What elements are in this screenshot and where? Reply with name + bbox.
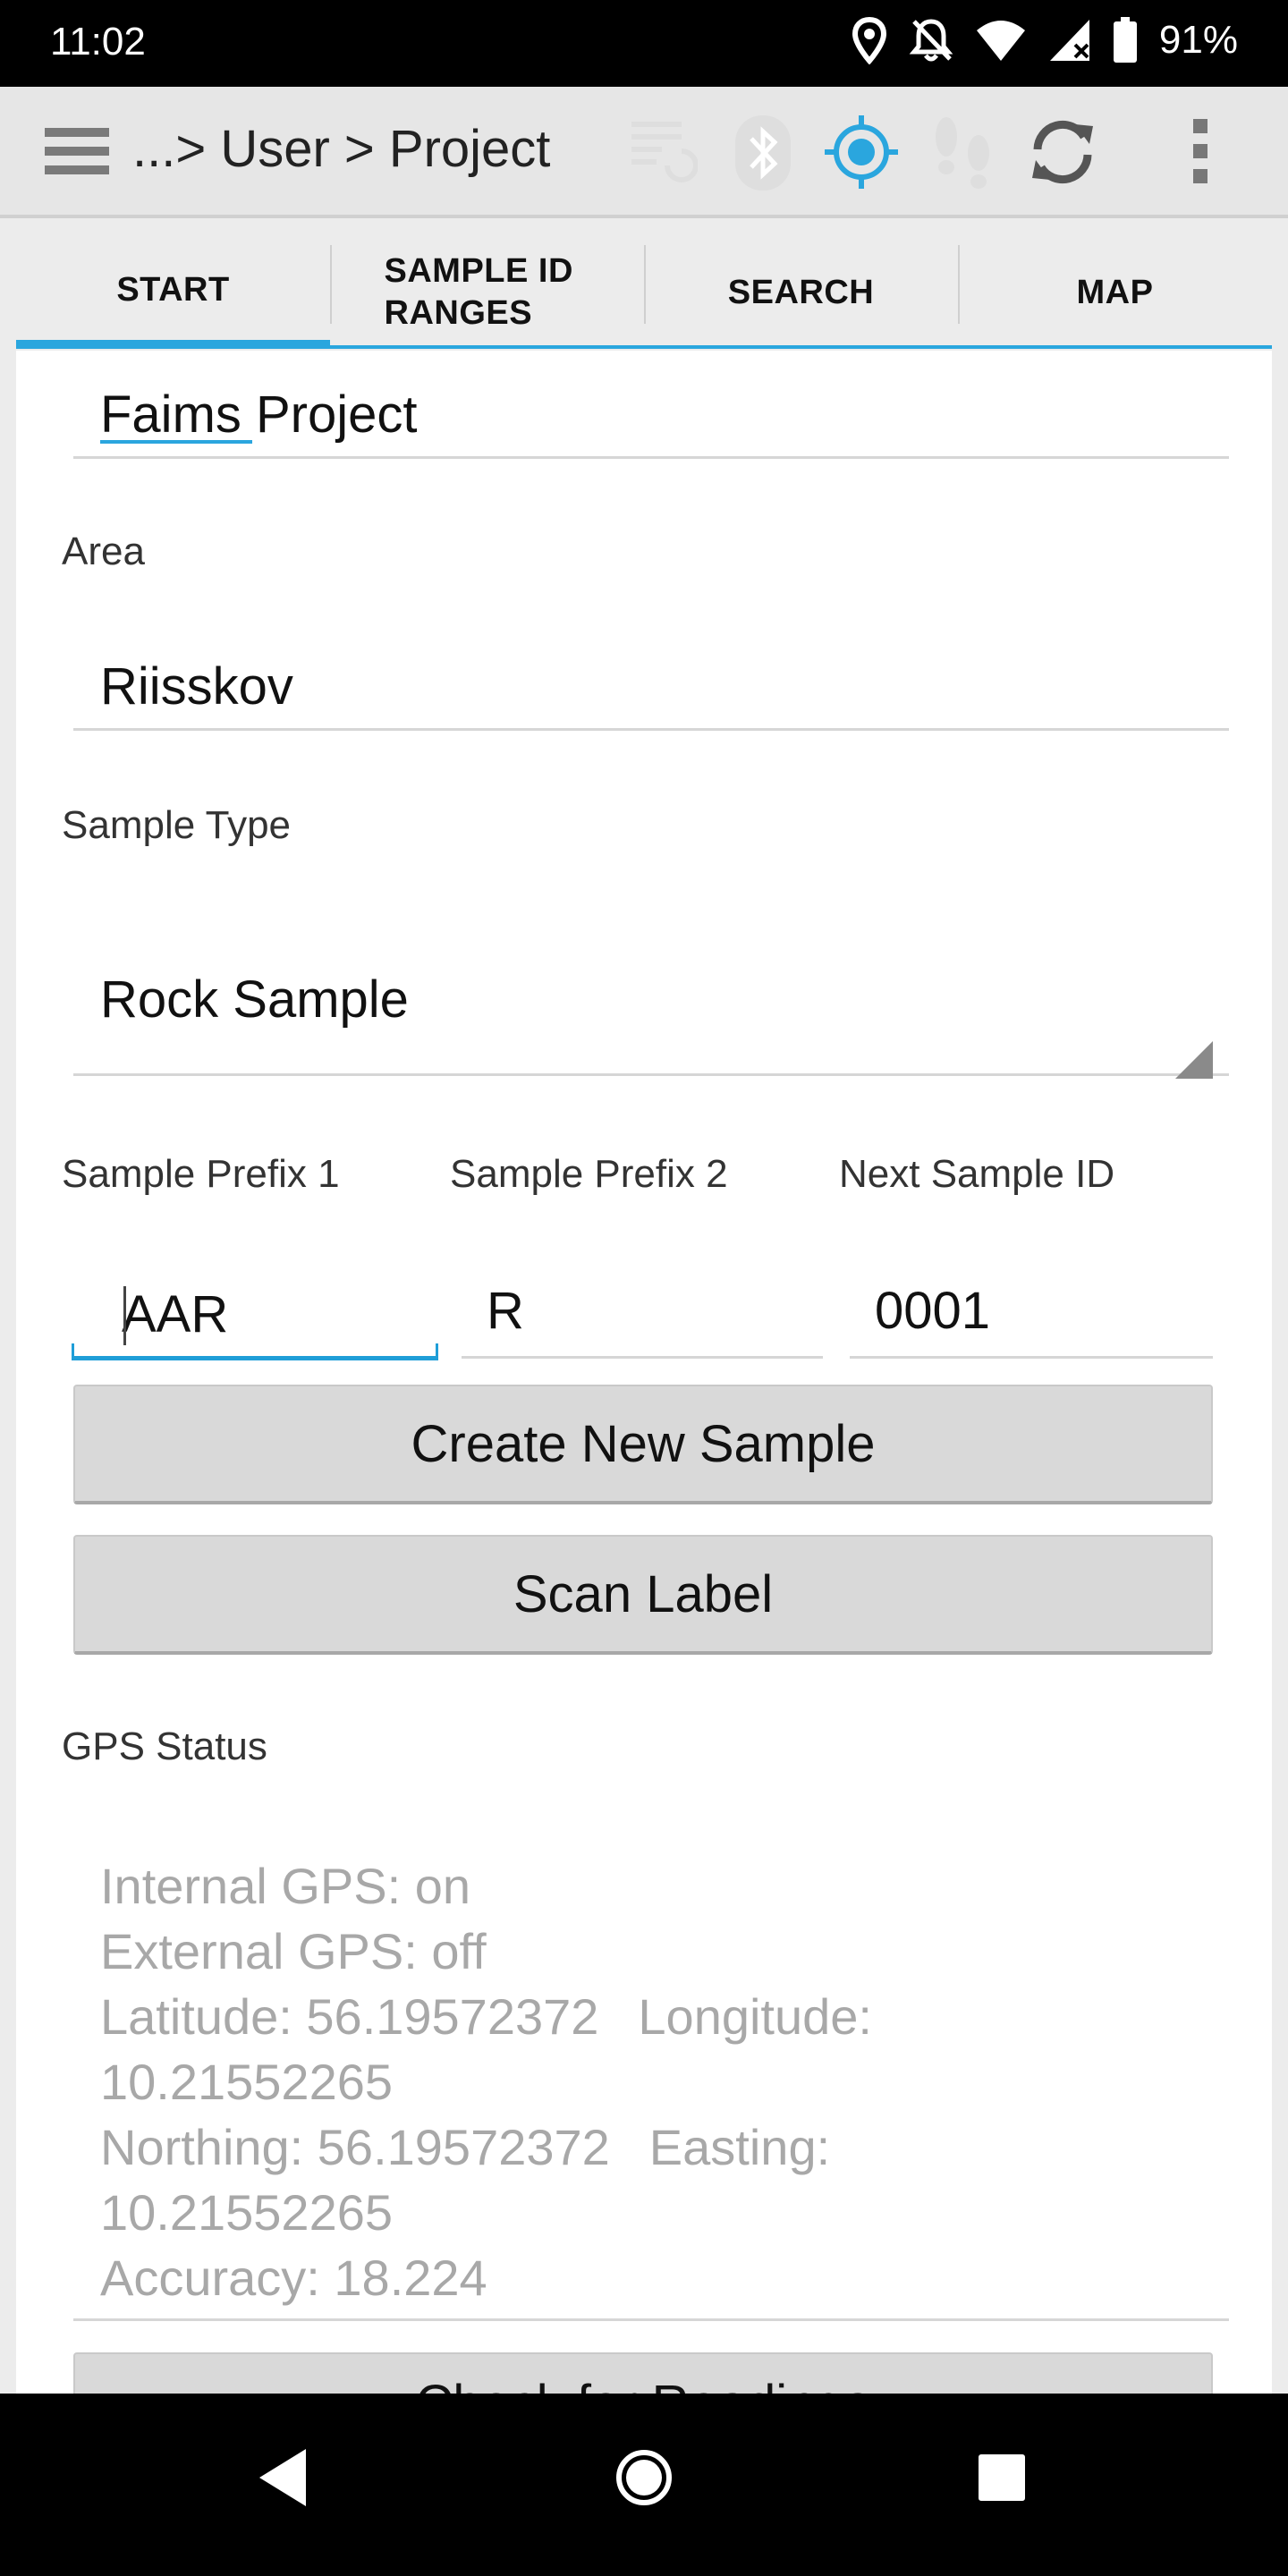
text-cursor [123, 1286, 126, 1345]
notifications-off-icon [909, 19, 953, 62]
overflow-menu-icon[interactable] [1188, 114, 1213, 189]
next-id-value: 0001 [875, 1282, 991, 1340]
gps-lat-lon-row: Latitude: 56.19572372 Longitude: [100, 1984, 872, 2049]
battery-icon [1113, 17, 1137, 63]
bluetooth-icon[interactable] [732, 114, 794, 192]
sample-type-spinner[interactable]: Rock Sample [100, 970, 409, 1030]
status-icons: 91% [852, 16, 1238, 64]
gps-latitude: Latitude: 56.19572372 [100, 1988, 599, 2045]
gps-status-label: GPS Status [62, 1724, 267, 1768]
sync-list-icon[interactable] [626, 114, 698, 185]
battery-percent: 91% [1158, 18, 1238, 62]
action-bar: ...> User > Project [0, 87, 1288, 218]
area-label: Area [62, 530, 145, 573]
menu-icon[interactable] [45, 126, 109, 176]
location-icon [852, 16, 886, 64]
gps-target-icon[interactable] [823, 114, 900, 191]
tab-bar: START SAMPLE ID RANGES SEARCH MAP [16, 240, 1272, 349]
gps-northing-easting-row: Northing: 56.19572372 Easting: [100, 2114, 872, 2180]
home-icon[interactable] [614, 2447, 674, 2508]
project-field[interactable]: Faims Project [100, 385, 418, 445]
recents-icon[interactable] [977, 2447, 1027, 2508]
scan-label-button[interactable]: Scan Label [73, 1535, 1213, 1655]
gps-longitude-label: Longitude: [638, 1988, 872, 2045]
gps-status-text: Internal GPS: on External GPS: off Latit… [100, 1853, 872, 2310]
tab-map[interactable]: MAP [958, 240, 1272, 349]
footsteps-icon[interactable] [927, 114, 998, 191]
gps-northing: Northing: 56.19572372 [100, 2119, 610, 2175]
dropdown-arrow-icon[interactable] [1175, 1041, 1213, 1079]
check-for-readings-button[interactable]: Check for Readings [73, 2352, 1213, 2394]
refresh-icon[interactable] [1025, 114, 1100, 191]
area-field-underline [73, 728, 1229, 731]
sample-type-underline [73, 1073, 1229, 1076]
tab-start[interactable]: START [16, 240, 330, 349]
status-time: 11:02 [50, 20, 146, 64]
prefix1-input[interactable]: AAR [72, 1277, 438, 1360]
content-panel: Faims Project Area Riisskov Sample Type … [16, 351, 1272, 2394]
navigation-bar [0, 2394, 1288, 2576]
create-new-sample-button[interactable]: Create New Sample [73, 1385, 1213, 1504]
gps-internal: Internal GPS: on [100, 1858, 471, 1914]
gps-field-underline [73, 2318, 1229, 2321]
status-bar: 11:02 91% [0, 0, 1288, 87]
tab-sample-id-ranges[interactable]: SAMPLE ID RANGES [330, 240, 644, 349]
gps-easting-label: Easting: [648, 2119, 831, 2175]
next-id-label: Next Sample ID [839, 1152, 1115, 1196]
tab-sample-id-ranges-label: SAMPLE ID RANGES [384, 252, 573, 332]
project-field-underline [73, 456, 1229, 459]
breadcrumb[interactable]: ...> User > Project [132, 119, 550, 179]
wifi-icon [976, 21, 1025, 61]
prefix1-value: AAR [122, 1285, 229, 1343]
gps-external: External GPS: off [100, 1923, 487, 1979]
gps-longitude-value: 10.21552265 [100, 2054, 394, 2110]
prefix1-label: Sample Prefix 1 [62, 1152, 340, 1196]
tab-search[interactable]: SEARCH [644, 240, 958, 349]
gps-easting-value: 10.21552265 [100, 2184, 394, 2241]
gps-accuracy: Accuracy: 18.224 [100, 2250, 487, 2306]
prefix2-input[interactable]: R [462, 1277, 823, 1359]
sample-type-label: Sample Type [62, 803, 292, 847]
area-field[interactable]: Riisskov [100, 657, 293, 716]
cell-signal-icon [1049, 20, 1089, 61]
next-id-input[interactable]: 0001 [850, 1277, 1213, 1359]
back-icon[interactable] [258, 2447, 308, 2508]
spellcheck-underline [100, 440, 252, 444]
project-value: Faims Project [100, 386, 418, 444]
prefix2-label: Sample Prefix 2 [450, 1152, 728, 1196]
prefix2-value: R [487, 1282, 524, 1340]
